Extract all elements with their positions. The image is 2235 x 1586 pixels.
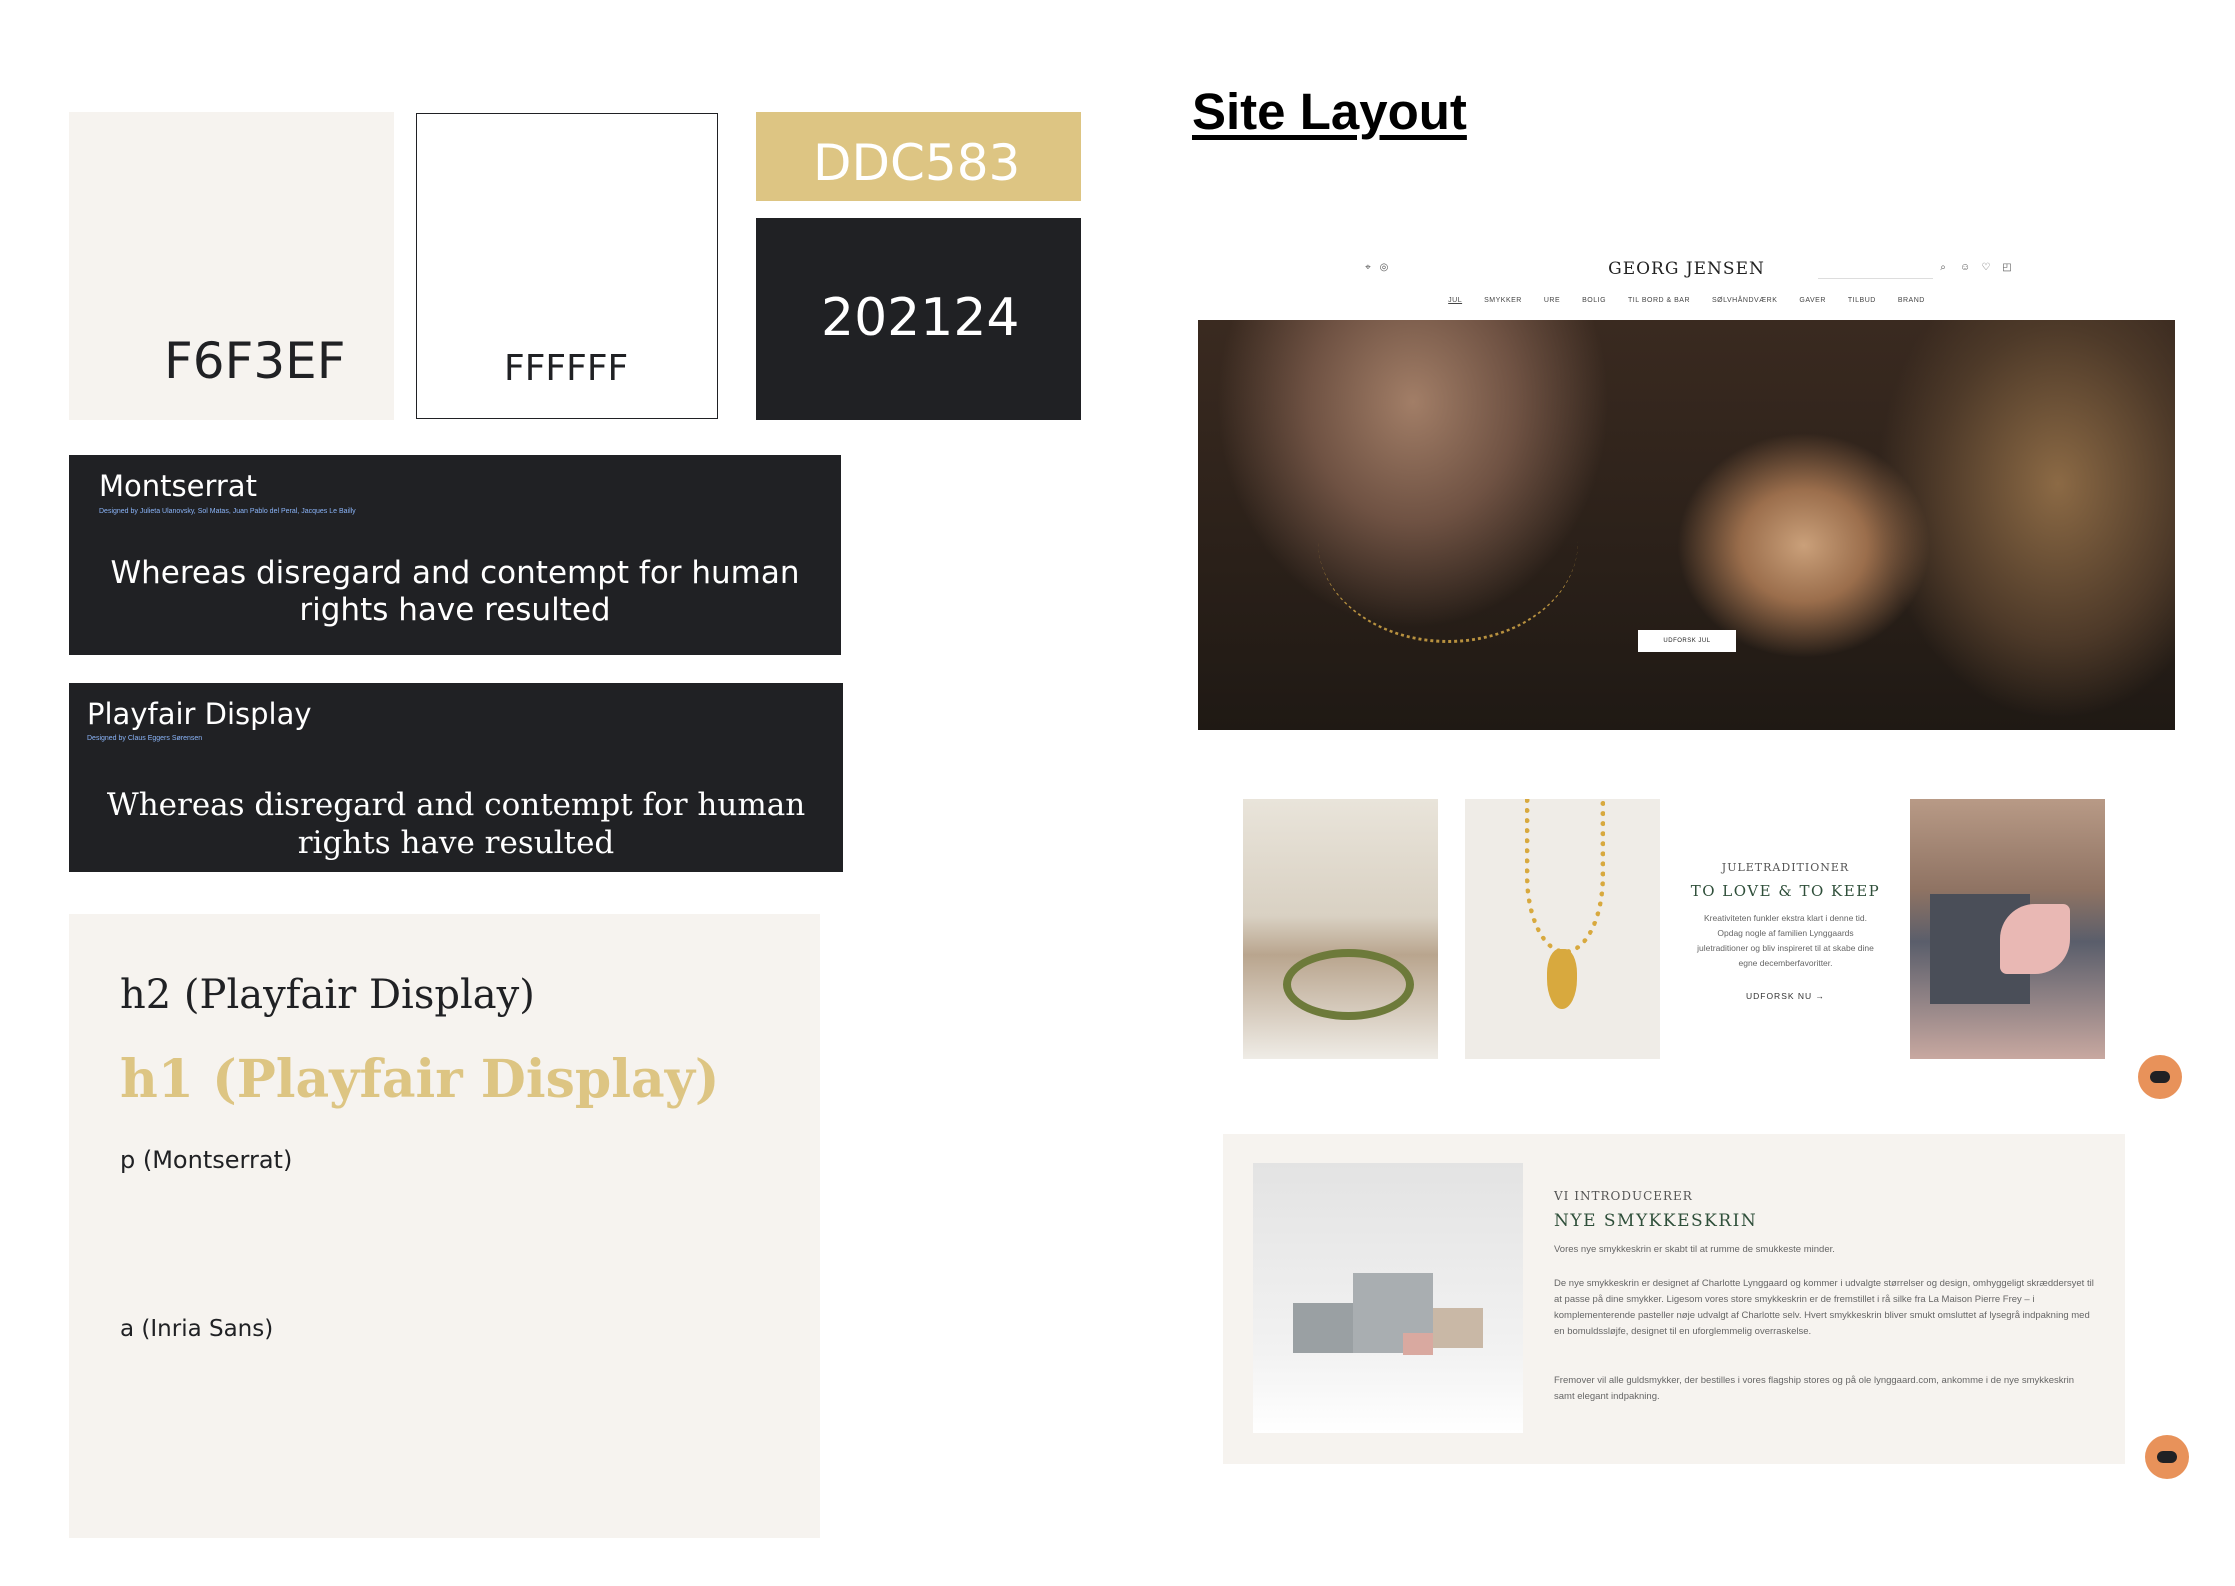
product-tile-wreath[interactable]	[1243, 799, 1438, 1059]
wreath-graphic	[1283, 949, 1414, 1020]
font-card-playfair: Playfair Display Designed by Claus Egger…	[69, 683, 843, 872]
chat-bubble-icon[interactable]	[2145, 1435, 2189, 1479]
user-icon[interactable]: ☺	[1960, 263, 1970, 273]
site-header: ⌖ ◎ GEORG JENSEN ⌕ ☺ ♡ ◰ JUL SMYKKER URE…	[1198, 251, 2175, 321]
feature-text-tile: JULETRADITIONER TO LOVE & TO KEEP Kreati…	[1688, 799, 1883, 1059]
jewelry-boxes-image	[1253, 1163, 1523, 1433]
swatch-gold: DDC583	[756, 112, 1081, 201]
feature-cta-link[interactable]: UDFORSK NU →	[1688, 991, 1883, 1001]
swatch-charcoal: 202124	[756, 218, 1081, 420]
product-tile-giftbox[interactable]	[1910, 799, 2105, 1059]
type-hierarchy-card: h2 (Playfair Display) h1 (Playfair Displ…	[69, 914, 820, 1538]
intro-paragraph: De nye smykkeskrin er designet af Charlo…	[1554, 1278, 2094, 1337]
site-logo[interactable]: GEORG JENSEN	[1198, 259, 2175, 279]
feature-title: TO LOVE & TO KEEP	[1690, 882, 1881, 900]
font-credit-link[interactable]: Designed by Claus Eggers Sørensen	[87, 735, 202, 742]
chat-bubble-icon[interactable]	[2138, 1055, 2182, 1099]
font-sample: Whereas disregard and contempt for human…	[110, 555, 800, 628]
feature-body: Kreativiteten funkler ekstra klart i den…	[1697, 913, 1874, 968]
feature-kicker: JULETRADITIONER	[1721, 861, 1850, 874]
nav-item-ure[interactable]: URE	[1544, 297, 1560, 304]
heart-icon[interactable]: ♡	[1981, 263, 1991, 273]
swatch-white: FFFFFF	[416, 113, 718, 419]
swatch-hex-label: DDC583	[813, 134, 1021, 192]
intro-section: VI INTRODUCERER NYE SMYKKESKRIN Vores ny…	[1223, 1134, 2125, 1464]
h1-sample: h1 (Playfair Display)	[120, 1049, 720, 1110]
nav-item-jul[interactable]: JUL	[1448, 297, 1462, 304]
product-tile-necklace[interactable]	[1465, 799, 1660, 1059]
swatch-hex-label: 202124	[821, 288, 1020, 348]
nav-item-til-bord-bar[interactable]: TIL BORD & BAR	[1628, 297, 1690, 304]
necklace-chain-graphic	[1525, 799, 1605, 954]
nav-item-brand[interactable]: BRAND	[1898, 297, 1925, 304]
nav-item-bolig[interactable]: BOLIG	[1582, 297, 1606, 304]
holly-ornament-graphic	[2000, 904, 2070, 974]
necklace-graphic	[1318, 440, 1578, 643]
site-layout-title: Site Layout	[1192, 83, 1467, 140]
font-card-montserrat: Montserrat Designed by Julieta Ulanovsky…	[69, 455, 841, 655]
swatch-hex-label: F6F3EF	[164, 332, 346, 390]
intro-title: NYE SMYKKESKRIN	[1554, 1211, 1758, 1231]
paragraph-sample: p (Montserrat)	[120, 1146, 293, 1174]
font-sample: Whereas disregard and contempt for human…	[106, 787, 806, 861]
hero-cta-button[interactable]: UDFORSK JUL	[1638, 630, 1736, 652]
nav-item-tilbud[interactable]: TILBUD	[1848, 297, 1876, 304]
swatch-cream: F6F3EF	[69, 112, 394, 420]
swatch-hex-label: FFFFFF	[504, 348, 629, 389]
search-icon[interactable]: ⌕	[1938, 263, 1948, 273]
link-sample[interactable]: a (Inria Sans)	[120, 1316, 273, 1342]
main-nav: JUL SMYKKER URE BOLIG TIL BORD & BAR SØL…	[1198, 297, 2175, 304]
font-credit-link[interactable]: Designed by Julieta Ulanovsky, Sol Matas…	[99, 508, 356, 515]
search-input[interactable]	[1818, 278, 1933, 279]
bag-icon[interactable]: ◰	[2002, 263, 2012, 273]
nav-item-smykker[interactable]: SMYKKER	[1484, 297, 1522, 304]
font-name: Playfair Display	[87, 697, 312, 731]
h2-sample: h2 (Playfair Display)	[120, 972, 535, 1018]
nav-item-solvhandvaerk[interactable]: SØLVHÅNDVÆRK	[1712, 297, 1777, 304]
font-name: Montserrat	[99, 469, 257, 503]
pendant-graphic	[1547, 949, 1577, 1009]
nav-item-gaver[interactable]: GAVER	[1799, 297, 1826, 304]
intro-paragraph: Fremover vil alle guldsmykker, der besti…	[1554, 1375, 2075, 1402]
intro-lead: Vores nye smykkeskrin er skabt til at ru…	[1554, 1244, 1835, 1255]
intro-kicker: VI INTRODUCERER	[1554, 1189, 1693, 1203]
hero-image: UDFORSK JUL	[1198, 320, 2175, 730]
